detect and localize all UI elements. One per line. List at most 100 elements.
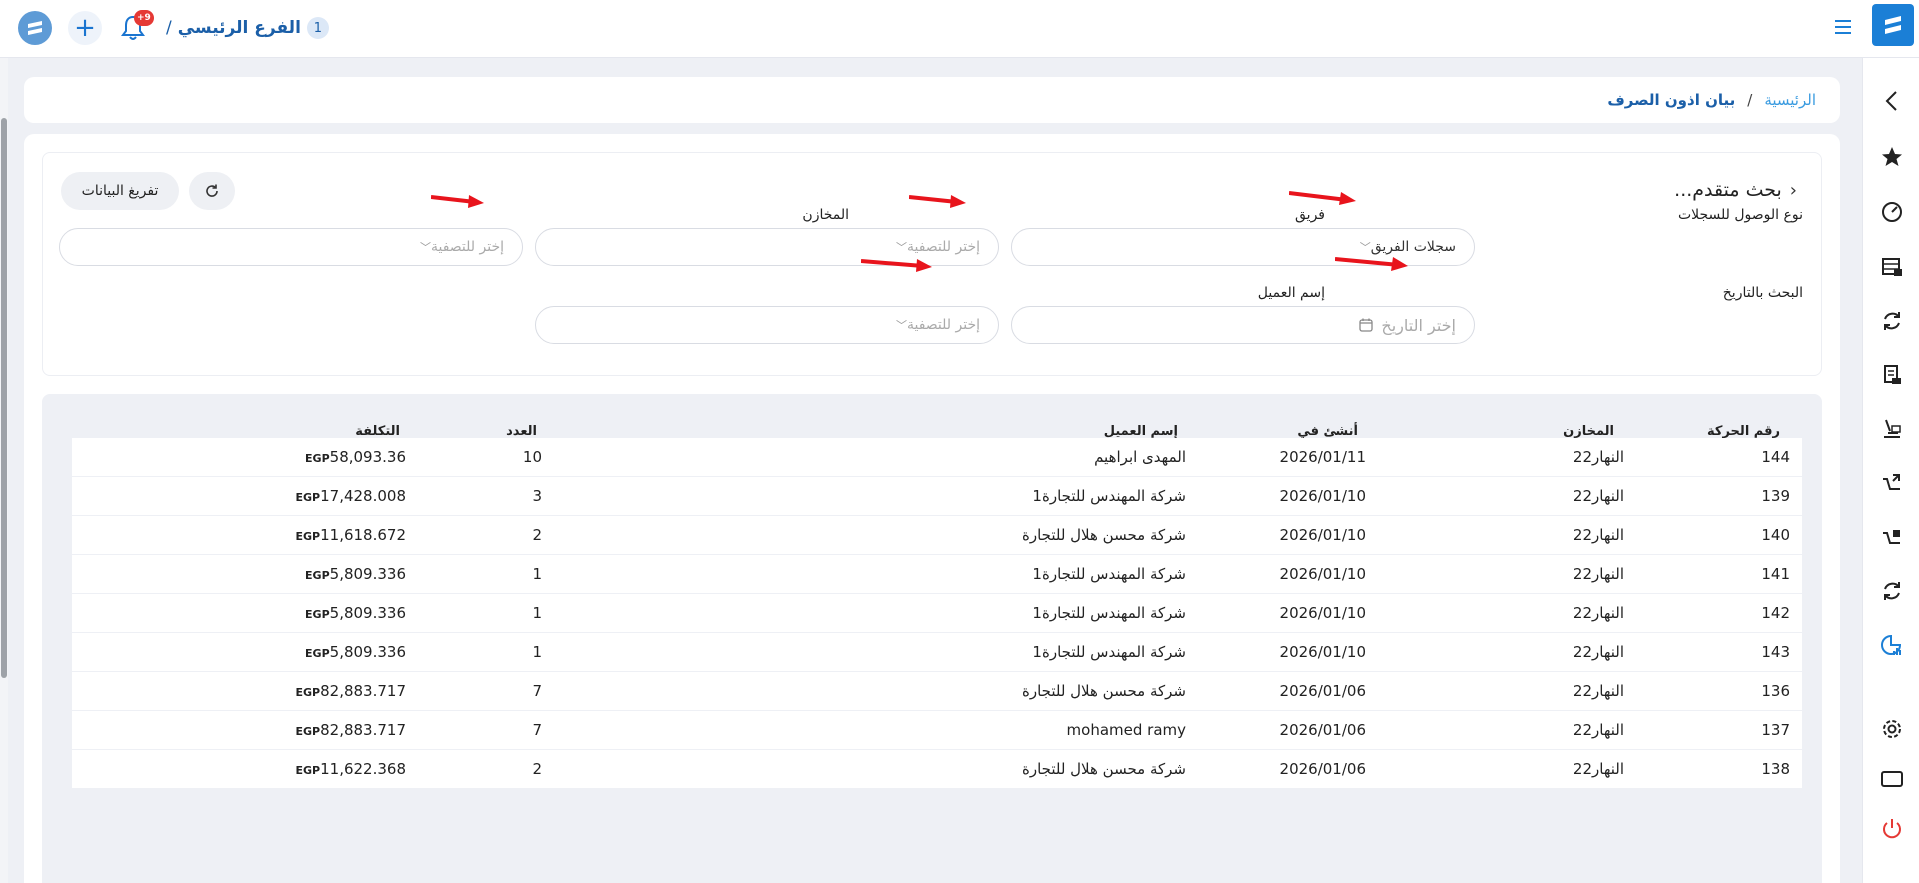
table-cell-date: 2026/01/10 [1279, 604, 1366, 622]
transfer-out-icon[interactable] [1879, 470, 1905, 496]
breadcrumb: الرئيسية / بيان اذون الصرف [24, 77, 1840, 123]
top-bar: + +9 1 الفرع الرئيسي / [0, 0, 1919, 58]
gear-icon[interactable] [1879, 716, 1905, 742]
menu-icon[interactable] [1832, 16, 1854, 38]
clear-data-button[interactable]: تفريغ البيانات [61, 172, 179, 210]
table-cell-count: 1 [532, 565, 542, 583]
annotation-arrow [861, 259, 932, 272]
column-header[interactable]: إسم العميل [1104, 424, 1178, 439]
currency-label: EGP [295, 491, 321, 504]
table-row[interactable]: 137 النهار22 2026/01/06 mohamed ramy 7 EGP82,… [72, 711, 1802, 749]
page-title: بيان اذون الصرف [1607, 91, 1736, 109]
advanced-search-toggle[interactable]: ‹ بحث متقدم... [1674, 179, 1797, 201]
cost-value: 11,618.672 [320, 526, 406, 544]
table-cell-id: 138 [1761, 760, 1790, 778]
cost-value: 5,809.336 [329, 565, 406, 583]
annotation-arrow [1289, 191, 1356, 205]
table-cell-date: 2026/01/10 [1279, 565, 1366, 583]
sync-icon[interactable] [1879, 578, 1905, 604]
advanced-search-panel: ‹ بحث متقدم... تفريغ البيانات نوع الوصول… [42, 152, 1822, 376]
column-header[interactable]: العدد [506, 424, 537, 439]
advanced-search-title: بحث متقدم... [1674, 179, 1782, 201]
breadcrumb-home-link[interactable]: الرئيسية [1764, 91, 1816, 109]
table-row[interactable]: 144 النهار22 2026/01/11 المهدى ابراهيم 10 EGP… [72, 438, 1802, 476]
currency-label: EGP [305, 647, 330, 660]
table-cell-customer: شركة محسن هلال للتجارة [1021, 682, 1186, 700]
power-icon[interactable] [1879, 816, 1905, 842]
customer-name-select[interactable]: إختر للتصفية ﹀ [535, 306, 999, 344]
stamp-icon[interactable] [1879, 416, 1905, 442]
sync-icon[interactable] [1879, 308, 1905, 334]
table-row[interactable]: 140 النهار22 2026/01/10 شركة محسن هلال للتج… [72, 516, 1802, 554]
date-picker-input[interactable]: إختر التاريخ [1011, 306, 1475, 344]
table-cell-count: 3 [532, 487, 542, 505]
table-row[interactable]: 141 النهار22 2026/01/10 شركة المهندس للتجار… [72, 555, 1802, 593]
chevron-down-icon: ﹀ [419, 241, 431, 254]
table-row[interactable]: 139 النهار22 2026/01/10 شركة المهندس للتجار… [72, 477, 1802, 515]
table-cell-count: 2 [532, 760, 542, 778]
main-content: ‹ بحث متقدم... تفريغ البيانات نوع الوصول… [24, 134, 1840, 883]
add-button[interactable]: + [68, 11, 102, 45]
report-icon[interactable] [1879, 632, 1905, 658]
table-cell-store: النهار22 [1572, 448, 1624, 466]
table-row[interactable]: 138 النهار22 2026/01/06 شركة محسن هلال للتج… [72, 750, 1802, 788]
chevron-left-icon[interactable] [1879, 88, 1905, 114]
customer-placeholder: إختر للتصفية [906, 317, 980, 333]
branch-count-badge: 1 [306, 17, 329, 39]
table-cell-cost: EGP5,809.336 [301, 633, 406, 671]
table-row[interactable]: 143 النهار22 2026/01/10 شركة المهندس للتجار… [72, 633, 1802, 671]
app-logo-icon[interactable] [18, 11, 52, 45]
currency-label: EGP [295, 686, 321, 699]
table-row[interactable]: 136 النهار22 2026/01/06 شركة محسن هلال للتج… [72, 672, 1802, 710]
table-cell-count: 7 [532, 721, 542, 739]
cost-value: 5,809.336 [329, 643, 406, 661]
window-icon[interactable] [1879, 766, 1905, 792]
cost-value: 17,428.008 [320, 487, 406, 505]
gauge-icon[interactable] [1879, 198, 1905, 224]
table-cell-customer: شركة محسن هلال للتجارة [1021, 526, 1186, 544]
cost-value: 82,883.717 [320, 721, 406, 739]
table-cell-store: النهار22 [1572, 565, 1624, 583]
table-cell-id: 143 [1761, 643, 1790, 661]
table-cell-customer: شركة المهندس للتجارة1 [1032, 487, 1186, 505]
table-cell-store: النهار22 [1572, 526, 1624, 544]
scrollbar-thumb[interactable] [1, 118, 7, 678]
annotation-arrow [1335, 257, 1408, 271]
refresh-button[interactable] [189, 172, 235, 210]
column-header[interactable]: أنشئ في [1297, 424, 1358, 439]
refresh-icon [206, 184, 218, 197]
table-cell-customer: المهدى ابراهيم [1094, 448, 1186, 466]
star-icon[interactable] [1879, 144, 1905, 170]
column-header[interactable]: رقم الحركة [1707, 424, 1780, 439]
branch-selector[interactable]: 1 الفرع الرئيسي / [166, 14, 329, 42]
store-icon[interactable] [1879, 254, 1905, 280]
table-cell-count: 1 [532, 643, 542, 661]
table-cell-cost: EGP11,622.368 [292, 750, 407, 788]
table-cell-date: 2026/01/06 [1279, 721, 1366, 739]
currency-label: EGP [295, 530, 321, 543]
data-table: رقم الحركة المخازن أنشئ في إسم العميل ال… [42, 394, 1822, 883]
column-header[interactable]: التكلفة [355, 424, 400, 439]
cost-value: 11,622.368 [320, 760, 406, 778]
table-cell-customer: شركة المهندس للتجارة1 [1032, 643, 1186, 661]
stores-select[interactable]: إختر للتصفية ﹀ [59, 228, 523, 266]
table-cell-customer: شركة المهندس للتجارة1 [1032, 565, 1186, 583]
scrollbar[interactable] [0, 58, 8, 883]
brand-logo-icon[interactable] [1872, 4, 1914, 46]
table-cell-id: 140 [1761, 526, 1790, 544]
table-cell-id: 142 [1761, 604, 1790, 622]
table-cell-store: النهار22 [1572, 760, 1624, 778]
chevron-down-icon: ﹀ [895, 319, 907, 332]
table-cell-cost: EGP82,883.717 [292, 711, 407, 749]
team-placeholder: إختر للتصفية [906, 239, 980, 255]
table-row[interactable]: 142 النهار22 2026/01/10 شركة المهندس للتجار… [72, 594, 1802, 632]
table-cell-count: 1 [532, 604, 542, 622]
currency-label: EGP [295, 764, 321, 777]
transfer-in-icon[interactable] [1879, 524, 1905, 550]
invoice-icon[interactable] [1879, 362, 1905, 388]
currency-label: EGP [305, 452, 330, 465]
access-type-label: نوع الوصول للسجلات [1677, 207, 1803, 223]
table-cell-id: 136 [1761, 682, 1790, 700]
table-cell-date: 2026/01/06 [1279, 682, 1366, 700]
column-header[interactable]: المخازن [1563, 424, 1614, 439]
